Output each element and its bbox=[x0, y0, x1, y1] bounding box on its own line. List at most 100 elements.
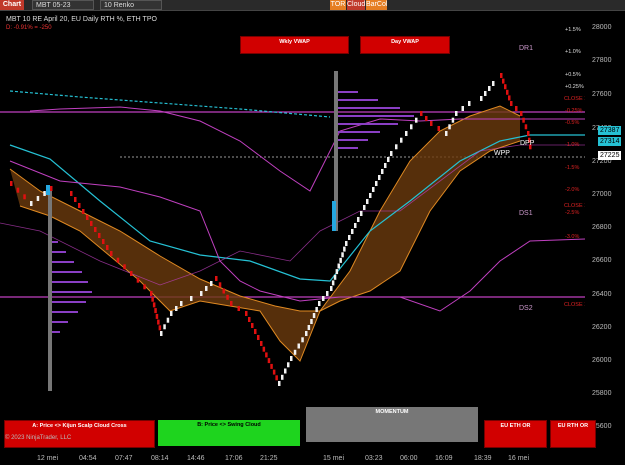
renko-brick bbox=[78, 203, 81, 208]
renko-brick bbox=[275, 375, 278, 381]
copyright-text: © 2023 NinjaTrader, LLC bbox=[5, 435, 72, 441]
swing-cloud-button[interactable]: B: Price <> Swing Cloud bbox=[158, 420, 300, 446]
time-label: 14:46 bbox=[187, 455, 205, 462]
renko-brick bbox=[410, 124, 413, 130]
renko-brick bbox=[480, 96, 483, 101]
renko-brick bbox=[331, 280, 335, 286]
period-selector[interactable]: 10 Renko bbox=[100, 0, 162, 10]
renko-brick bbox=[504, 84, 507, 90]
renko-brick bbox=[363, 205, 366, 210]
chart-plot-area[interactable] bbox=[0, 11, 585, 447]
renko-brick bbox=[205, 286, 208, 291]
renko-brick bbox=[387, 157, 390, 162]
chart-menu-button[interactable]: Chart bbox=[0, 0, 24, 10]
renko-brick bbox=[281, 374, 284, 380]
renko-brick bbox=[348, 235, 351, 240]
renko-brick bbox=[226, 294, 229, 300]
dr1-label: DR1 bbox=[519, 45, 534, 52]
renko-brick bbox=[150, 291, 153, 296]
momentum-button[interactable]: MOMENTUM bbox=[306, 407, 478, 442]
chart-toolbar: Chart MBT 05-23 10 Renko TOR Cloud BarCo… bbox=[0, 0, 625, 11]
price-label: 27000 bbox=[592, 191, 612, 198]
renko-brick bbox=[86, 215, 89, 220]
pct-label: -1.0% bbox=[565, 142, 580, 148]
renko-brick bbox=[430, 121, 433, 126]
renko-brick bbox=[106, 245, 109, 250]
pct-label: -2.0% bbox=[565, 187, 580, 193]
price-label: 26400 bbox=[592, 291, 612, 298]
renko-brick bbox=[218, 282, 222, 288]
time-label: 18:39 bbox=[474, 455, 492, 462]
renko-brick bbox=[257, 335, 260, 340]
price-tag-cyan: 27314 bbox=[598, 137, 622, 146]
renko-brick bbox=[116, 257, 120, 263]
renko-brick bbox=[488, 86, 491, 91]
pct-label: +0.25% bbox=[565, 84, 584, 90]
renko-brick bbox=[16, 187, 20, 193]
price-label: 27600 bbox=[592, 91, 612, 98]
time-label: 21:25 bbox=[260, 455, 278, 462]
renko-brick bbox=[265, 352, 268, 358]
tor-tool-button[interactable]: TOR bbox=[330, 0, 346, 10]
renko-brick bbox=[50, 186, 53, 191]
renko-brick bbox=[351, 229, 354, 234]
renko-brick bbox=[136, 277, 140, 283]
dpp-label: DPP bbox=[520, 140, 535, 147]
renko-brick bbox=[451, 117, 455, 123]
cloud-tool-button[interactable]: Cloud bbox=[347, 0, 365, 10]
renko-brick bbox=[163, 324, 166, 330]
barcol-tool-button[interactable]: BarCol bbox=[366, 0, 387, 10]
renko-brick bbox=[333, 274, 337, 280]
time-label: 03:23 bbox=[365, 455, 383, 462]
renko-brick bbox=[425, 116, 428, 121]
kijun-cross-button[interactable]: A: Price <> Kijun Scalp Cloud Cross bbox=[4, 420, 155, 448]
renko-brick bbox=[180, 301, 183, 306]
renko-brick bbox=[484, 91, 487, 96]
renko-brick bbox=[437, 126, 440, 131]
renko-brick bbox=[345, 241, 348, 246]
ds1-label: DS1 bbox=[519, 210, 533, 217]
renko-brick bbox=[10, 181, 13, 186]
weekly-vwap-button[interactable]: Wkly VWAP bbox=[240, 36, 349, 54]
renko-brick bbox=[318, 301, 321, 306]
renko-brick bbox=[210, 281, 213, 286]
renko-brick bbox=[520, 111, 523, 116]
renko-brick bbox=[506, 89, 509, 95]
renko-brick bbox=[508, 95, 511, 101]
renko-brick bbox=[445, 131, 448, 136]
pct-label: -2.5% bbox=[565, 210, 580, 216]
time-label: 17:06 bbox=[225, 455, 243, 462]
renko-brick bbox=[158, 325, 162, 331]
time-label: 12 mei bbox=[37, 455, 59, 462]
renko-brick bbox=[74, 197, 77, 202]
renko-brick bbox=[322, 296, 325, 301]
renko-brick bbox=[170, 311, 173, 316]
renko-brick bbox=[515, 106, 518, 111]
renko-brick bbox=[390, 151, 393, 156]
pct-label: -1.5% bbox=[565, 165, 580, 171]
renko-brick bbox=[330, 286, 333, 291]
renko-brick bbox=[82, 209, 85, 214]
pct-label: +1.0% bbox=[565, 49, 581, 55]
renko-brick bbox=[230, 301, 233, 306]
time-label: 07:47 bbox=[115, 455, 133, 462]
eu-eth-or-button[interactable]: EU ETH OR bbox=[484, 420, 547, 448]
renko-brick bbox=[357, 217, 360, 222]
time-label: 04:54 bbox=[79, 455, 97, 462]
swing-cloud bbox=[10, 106, 520, 361]
renko-brick bbox=[369, 193, 372, 198]
day-vwap-button[interactable]: Day VWAP bbox=[360, 36, 450, 54]
ds2-label: DS2 bbox=[519, 305, 533, 312]
renko-brick bbox=[293, 349, 297, 355]
renko-brick bbox=[154, 308, 157, 314]
renko-brick bbox=[527, 131, 530, 136]
renko-brick bbox=[337, 263, 340, 269]
renko-brick bbox=[248, 317, 251, 322]
renko-brick bbox=[301, 337, 304, 343]
eu-rth-or-button[interactable]: EU RTH OR bbox=[550, 420, 596, 448]
renko-brick bbox=[378, 175, 381, 180]
renko-brick bbox=[215, 276, 218, 281]
renko-brick bbox=[166, 317, 170, 323]
time-label: 15 mei bbox=[323, 455, 345, 462]
instrument-selector[interactable]: MBT 05-23 bbox=[32, 0, 94, 10]
